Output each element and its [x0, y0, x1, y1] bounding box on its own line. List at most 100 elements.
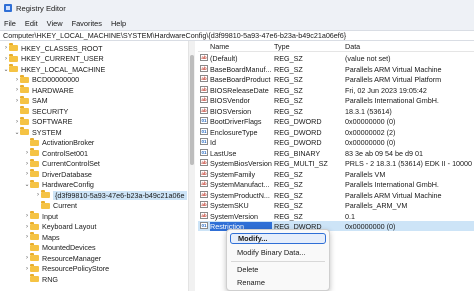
value-name: BootDriverFlags	[210, 117, 262, 126]
value-data: Parallels ARM Virtual Platform	[345, 75, 442, 84]
binary-value-icon: 01	[200, 127, 208, 135]
tree-item[interactable]: › Input	[24, 211, 58, 221]
window-title: Registry Editor	[16, 3, 66, 13]
value-name: (Default)	[210, 54, 238, 63]
value-name: Id	[210, 138, 216, 147]
tree-scrollbar-thumb[interactable]	[190, 55, 194, 165]
menu-item-rename[interactable]: Rename	[230, 277, 326, 288]
value-row[interactable]: ab BaseBoardProduct REG_SZ Parallels ARM Vi…	[198, 74, 474, 84]
tree-item[interactable]: › ResourceManager	[24, 253, 101, 263]
value-name: SystemFamily	[210, 169, 256, 179]
tree-item[interactable]: › Keyboard Layout	[24, 221, 96, 232]
folder-icon	[9, 43, 18, 51]
menu-view[interactable]: View	[47, 19, 63, 28]
value-row[interactable]: ab SystemManufact... REG_SZ Parallels Inter…	[198, 179, 474, 189]
column-name[interactable]: Name	[210, 42, 229, 51]
menu-favorites[interactable]: Favorites	[72, 19, 102, 28]
value-row[interactable]: ab SystemFamily REG_SZ Parallels VM	[198, 169, 474, 179]
folder-icon	[30, 242, 39, 251]
tree-item[interactable]: › CurrentControlSet	[24, 158, 100, 169]
tree-item-label: ResourceManager	[42, 253, 102, 263]
folder-icon	[41, 190, 50, 198]
values-header: Name Type Data	[198, 41, 474, 52]
string-value-icon: ab	[200, 54, 208, 61]
value-row[interactable]: 01 Id REG_DWORD 0x00000000 (0)	[198, 137, 474, 147]
column-data[interactable]: Data	[345, 42, 360, 51]
menu-item-delete[interactable]: Delete	[230, 264, 326, 275]
value-row[interactable]: 01 EnclosureType REG_DWORD 0x00000002 (2)	[198, 127, 474, 137]
tree-item[interactable]: ActivationBroker	[24, 137, 94, 148]
tree-item-label: BCD00000000	[32, 75, 80, 84]
value-type: REG_SZ	[274, 75, 303, 84]
tree-item[interactable]: ⌄ HKEY_LOCAL_MACHINE	[3, 64, 105, 74]
tree-item[interactable]: Current	[35, 200, 77, 211]
column-type[interactable]: Type	[274, 42, 290, 51]
tree-item-label: ResourcePolicyStore	[42, 264, 110, 273]
menu-separator	[231, 261, 325, 262]
value-data: PRLS - 2 18.3.1 (53614) EDK II - 10000	[345, 159, 473, 168]
folder-icon	[20, 74, 29, 83]
value-data: (value not set)	[345, 54, 391, 63]
menu-edit[interactable]: Edit	[25, 19, 38, 28]
tree-item-label: HKEY_CURRENT_USER	[21, 54, 104, 63]
value-row[interactable]: ab BIOSVersion REG_SZ 18.3.1 (53614)	[198, 106, 474, 116]
value-name: SystemBiosVersion	[210, 159, 272, 168]
value-row[interactable]: ab BIOSVendor REG_SZ Parallels Internationa…	[198, 95, 474, 105]
folder-icon	[20, 85, 29, 93]
value-type: REG_SZ	[274, 169, 303, 179]
menu-help[interactable]: Help	[111, 19, 126, 28]
menu-item-modify-binary[interactable]: Modify Binary Data...	[230, 247, 326, 258]
value-type: REG_MULTI_SZ	[274, 159, 328, 168]
tree-item-label: HARDWARE	[32, 85, 74, 95]
tree-scrollbar[interactable]	[188, 41, 195, 291]
string-value-icon: ab	[200, 211, 208, 219]
tree-item[interactable]: › DriverDatabase	[24, 169, 92, 179]
tree-item[interactable]: › {d3f99810-5a93-47e6-b23a-b49c21a06e	[35, 190, 187, 200]
value-name: BaseBoardManuf...	[210, 64, 272, 74]
string-value-icon: ab	[200, 75, 208, 82]
tree-item[interactable]: › Maps	[24, 232, 60, 242]
value-row[interactable]: ab SystemBiosVersion REG_MULTI_SZ PRLS - 2 …	[198, 158, 474, 168]
tree-item-label: HardwareConfig	[42, 180, 94, 189]
string-value-icon: ab	[200, 106, 208, 114]
value-type: REG_SZ	[274, 85, 303, 95]
tree-item[interactable]: › HARDWARE	[14, 85, 74, 95]
value-row[interactable]: ab (Default) REG_SZ (value not set)	[198, 53, 474, 63]
value-row[interactable]: ab SystemSKU REG_SZ Parallels_ARM_VM	[198, 200, 474, 210]
string-value-icon: ab	[200, 201, 208, 208]
folder-icon	[20, 127, 29, 135]
value-name: SystemManufact...	[210, 180, 270, 189]
tree-item[interactable]: › HKEY_CURRENT_USER	[3, 53, 104, 64]
binary-value-icon: 01	[200, 222, 208, 229]
tree-item[interactable]: › BCD00000000	[14, 74, 80, 85]
tree-item[interactable]: RNG	[24, 274, 58, 284]
value-row[interactable]: ab BaseBoardManuf... REG_SZ Parallels ARM V…	[198, 64, 474, 74]
tree-item[interactable]: MountedDevices	[24, 242, 96, 253]
tree-item[interactable]: › SAM	[14, 95, 48, 106]
menu-item-modify[interactable]: Modify...	[230, 233, 326, 244]
value-type: REG_SZ	[274, 106, 303, 116]
value-row[interactable]: ab SystemVersion REG_SZ 0.1	[198, 211, 474, 221]
value-name: BIOSVersion	[210, 106, 252, 116]
tree-item[interactable]: › ResourcePolicyStore	[24, 263, 110, 274]
value-row[interactable]: 01 BootDriverFlags REG_DWORD 0x00000000 (0)	[198, 116, 474, 126]
tree-item[interactable]: › HKEY_CLASSES_ROOT	[3, 43, 103, 53]
value-row[interactable]: ab SystemProductN... REG_SZ Parallels ARM V…	[198, 190, 474, 200]
context-menu: Modify... Modify Binary Data... Delete R…	[226, 229, 330, 291]
tree-item-label: HKEY_LOCAL_MACHINE	[21, 64, 106, 74]
tree-item[interactable]: ⌄ HardwareConfig	[24, 179, 94, 190]
value-row[interactable]: 01 LastUse REG_BINARY 83 3e ab 09 54 be d9 …	[198, 148, 474, 158]
tree-item[interactable]: › ControlSet001	[24, 148, 88, 158]
tree-item[interactable]: SECURITY	[14, 106, 68, 116]
tree-item[interactable]: ⌄ SYSTEM	[14, 127, 62, 137]
string-value-icon: ab	[200, 64, 208, 72]
tree-item[interactable]: › SOFTWARE	[14, 116, 72, 127]
value-data: 0x00000000 (0)	[345, 117, 396, 126]
menu-file[interactable]: File	[4, 19, 16, 28]
tree-item-label: SECURITY	[32, 106, 69, 116]
binary-value-icon: 01	[200, 148, 208, 156]
registry-tree: › HKEY_CLASSES_ROOT › HKEY_CURRENT_USER ⌄ HKE…	[0, 41, 188, 291]
address-bar[interactable]: Computer\HKEY_LOCAL_MACHINE\SYSTEM\Hardw…	[0, 30, 474, 41]
value-name: LastUse	[210, 148, 237, 158]
value-row[interactable]: ab BIOSReleaseDate REG_SZ Fri, 02 Jun 2023 …	[198, 85, 474, 95]
